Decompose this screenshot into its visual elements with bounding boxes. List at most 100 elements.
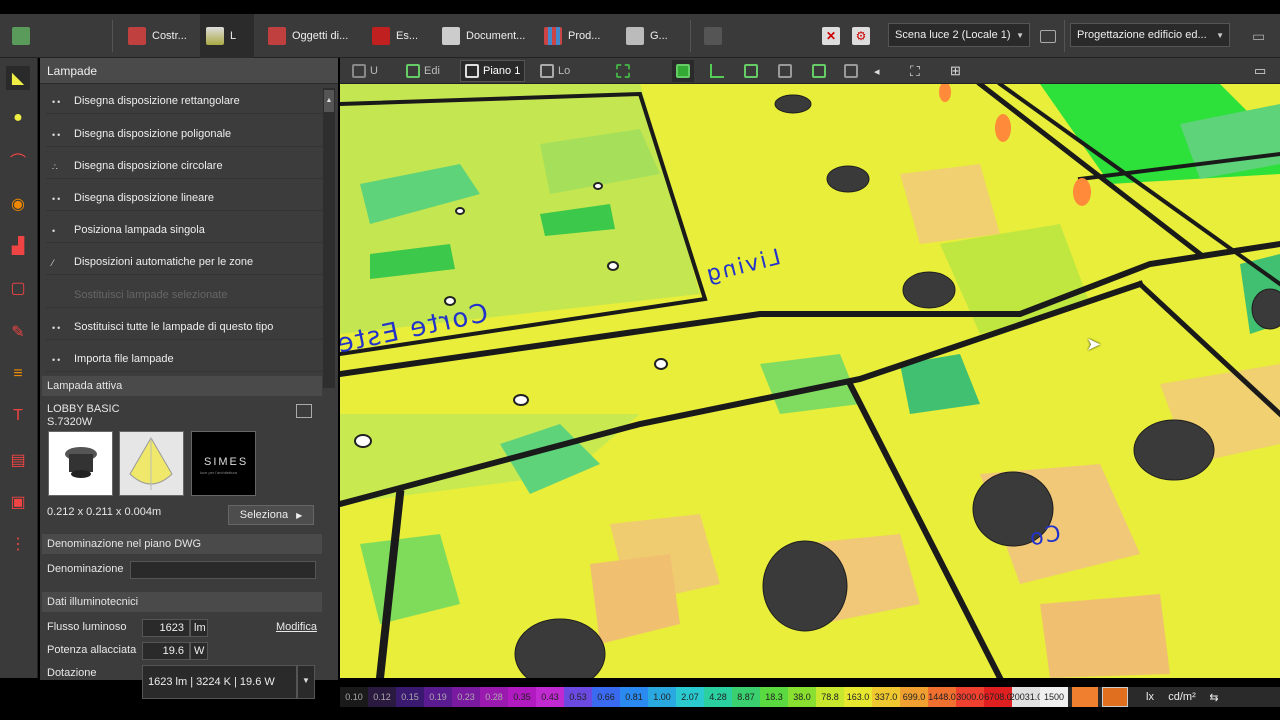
select-lamp-button[interactable]: Seleziona ▶ <box>228 505 314 525</box>
chevron-down-icon[interactable]: ▼ <box>297 665 315 699</box>
tab-label: Es... <box>396 30 419 42</box>
legend-value: 20031.0 <box>1010 687 1042 707</box>
legend-value: 3000.0 <box>956 687 984 707</box>
tab-documentation[interactable]: Document... <box>436 14 531 58</box>
legend-value: 4.28 <box>704 687 732 707</box>
scene-options-button[interactable] <box>1034 14 1062 58</box>
more-views-button[interactable]: ◂ <box>870 60 884 82</box>
legend-value: 0.19 <box>424 687 452 707</box>
disabled-button <box>698 14 728 58</box>
menu-single-lamp[interactable]: • Posiziona lampada singola <box>46 217 324 243</box>
fit-view-button[interactable]: ⛶ <box>906 60 924 82</box>
legend-value: 1448.0 <box>928 687 956 707</box>
save-button[interactable] <box>6 14 36 58</box>
window-menu-button[interactable]: ▭ <box>1246 14 1271 58</box>
menu-scrollbar[interactable]: ▲ <box>323 88 335 388</box>
floor-icon <box>465 64 479 78</box>
menu-auto-zones[interactable]: ⁄ Disposizioni automatiche per le zone <box>46 249 324 275</box>
legend-toggle-icon[interactable]: ⇆ <box>1202 691 1226 704</box>
tab-costruzione[interactable]: Costr... <box>122 14 193 58</box>
unit-lx[interactable]: lx <box>1138 691 1162 703</box>
equipment-field[interactable]: 1623 lm | 3224 K | 19.6 W <box>142 665 297 699</box>
view-tab-floor[interactable]: Piano 1 <box>460 60 526 82</box>
tab-g[interactable]: G... <box>620 14 674 58</box>
stack-icon[interactable]: ≡ <box>6 362 30 386</box>
view-tab-u[interactable]: U <box>348 60 382 82</box>
scene-select[interactable]: Scena luce 2 (Locale 1) ▼ <box>888 23 1030 47</box>
edit-link[interactable]: Modifica <box>276 621 317 633</box>
chevron-left-icon: ◂ <box>874 65 880 78</box>
legend-value: 0.23 <box>452 687 480 707</box>
project-select-value: Progettazione edificio ed... <box>1077 29 1207 41</box>
menu-replace-all[interactable]: •• Sostituisci tutte le lampade di questo… <box>46 314 324 340</box>
legend-value: 699.0 <box>900 687 928 707</box>
page-icon <box>626 27 644 45</box>
tab-oggetti[interactable]: Oggetti di... <box>262 14 354 58</box>
view-floor-button[interactable] <box>706 60 728 82</box>
menu-label: Disegna disposizione poligonale <box>74 127 232 140</box>
view-tab-room[interactable]: Lo <box>536 60 574 82</box>
menu-replace-selected: Sostituisci lampade selezionate <box>46 282 324 308</box>
menu-polygonal-layout[interactable]: •• Disegna disposizione poligonale <box>46 121 324 147</box>
view-toolbar: U Edi Piano 1 Lo ◂ ⛶ ⊞ ▭ <box>340 58 1280 84</box>
text-icon[interactable]: T <box>6 404 30 428</box>
dwg-name-field[interactable] <box>130 561 316 579</box>
view-box-button-3[interactable] <box>808 60 830 82</box>
copy-icon[interactable] <box>296 404 312 418</box>
legend-value: 0.15 <box>396 687 424 707</box>
flux-field[interactable]: 1623 <box>142 619 190 637</box>
tab-lampade[interactable]: L <box>200 14 254 58</box>
select-icon <box>616 64 630 78</box>
view-mode-button[interactable] <box>612 60 634 82</box>
legend-value: 38.0 <box>788 687 816 707</box>
view-box-button[interactable] <box>740 60 762 82</box>
legend-swatch[interactable] <box>1072 687 1098 707</box>
view-3d-button[interactable] <box>672 60 694 82</box>
fullscreen-button[interactable]: ▭ <box>1250 60 1270 82</box>
legend-value: 0.81 <box>620 687 648 707</box>
menu-linear-layout[interactable]: •• Disegna disposizione lineare <box>46 185 324 211</box>
menu-circular-layout[interactable]: ∴ Disegna disposizione circolare <box>46 153 324 179</box>
measure-icon[interactable]: ⌒ <box>6 148 30 172</box>
illuminance-legend: 0.10 0.12 0.15 0.19 0.23 0.28 0.35 0.43 0.53 0.66… <box>340 687 1280 707</box>
photometric-header: Dati illuminotecnici <box>42 592 322 612</box>
view-box-button-4[interactable] <box>840 60 862 82</box>
lamp-tool-icon[interactable]: ◣ <box>6 66 30 90</box>
3d-viewport[interactable]: Corte Este Living Co ➤ <box>340 84 1280 678</box>
lamp-code: S.7320W <box>47 416 93 428</box>
menu-label: Posiziona lampada singola <box>74 223 205 236</box>
wall-icon[interactable]: ▤ <box>6 448 30 472</box>
settings-button[interactable]: ⚙ <box>846 14 876 58</box>
scroll-up-icon[interactable]: ▲ <box>324 90 334 112</box>
legend-swatch-active[interactable] <box>1102 687 1128 707</box>
frame-icon[interactable]: ▣ <box>6 490 30 514</box>
power-field[interactable]: 19.6 <box>142 642 190 660</box>
save-icon <box>12 27 30 45</box>
area-icon[interactable]: ▢ <box>6 276 30 300</box>
box-icon <box>812 64 826 78</box>
delete-button[interactable]: ✕ <box>816 14 846 58</box>
measure-button[interactable]: ⊞ <box>946 60 965 82</box>
view-box-button-2[interactable] <box>774 60 796 82</box>
toolbar-separator <box>690 20 691 52</box>
false-color-render <box>340 84 1280 678</box>
legend-value: 0.43 <box>536 687 564 707</box>
bulb-icon[interactable]: ● <box>6 106 30 130</box>
unit-cd[interactable]: cd/m² <box>1162 691 1202 703</box>
menu-import-lamps[interactable]: •• Importa file lampade <box>46 346 324 372</box>
menu-rectangular-layout[interactable]: •• Disegna disposizione rettangolare <box>46 88 324 114</box>
wrench-icon[interactable]: ✎ <box>6 320 30 344</box>
tab-export[interactable]: Es... <box>366 14 424 58</box>
tab-label: Lo <box>558 65 571 77</box>
view-tab-building[interactable]: Edi <box>402 60 444 82</box>
project-select[interactable]: Progettazione edificio ed... ▼ <box>1070 23 1230 47</box>
brand-name: SIMES <box>204 456 249 468</box>
node-icon[interactable]: ⋮ <box>6 532 30 556</box>
tab-label: Costr... <box>152 30 187 42</box>
color-icon[interactable]: ◉ <box>6 192 30 216</box>
tab-products[interactable]: Prod... <box>538 14 606 58</box>
fit-icon: ⛶ <box>910 62 920 79</box>
legend-value: 0.28 <box>480 687 508 707</box>
chart-icon[interactable]: ▟ <box>6 234 30 258</box>
dots-icon: •• <box>52 323 63 333</box>
